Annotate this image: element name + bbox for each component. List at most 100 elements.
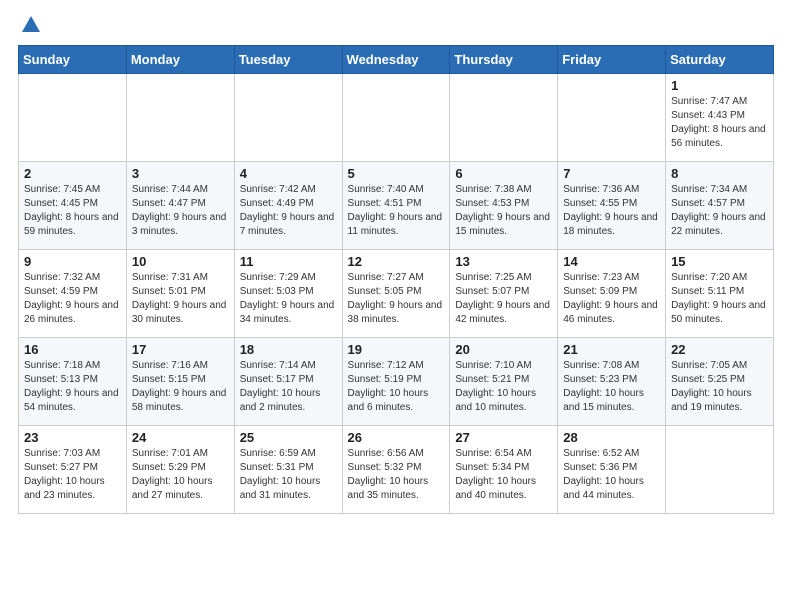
- day-number: 24: [132, 430, 229, 445]
- day-info: Sunrise: 7:16 AM Sunset: 5:15 PM Dayligh…: [132, 359, 229, 415]
- table-row: [666, 426, 774, 514]
- day-number: 14: [563, 254, 660, 269]
- day-number: 26: [348, 430, 445, 445]
- col-monday: Monday: [126, 46, 234, 74]
- table-row: 5 Sunrise: 7:40 AM Sunset: 4:51 PM Daylig…: [342, 162, 450, 250]
- day-info: Sunrise: 7:10 AM Sunset: 5:21 PM Dayligh…: [455, 359, 552, 415]
- col-thursday: Thursday: [450, 46, 558, 74]
- page: Sunday Monday Tuesday Wednesday Thursday…: [0, 0, 792, 524]
- day-info: Sunrise: 7:32 AM Sunset: 4:59 PM Dayligh…: [24, 271, 121, 327]
- day-number: 2: [24, 166, 121, 181]
- table-row: 27 Sunrise: 6:54 AM Sunset: 5:34 PM Dayli…: [450, 426, 558, 514]
- table-row: [450, 74, 558, 162]
- calendar-week-row: 23Sunrise: 7:03 AM Sunset: 5:27 PM Dayli…: [19, 426, 774, 514]
- table-row: 11Sunrise: 7:29 AM Sunset: 5:03 PM Dayli…: [234, 250, 342, 338]
- table-row: [558, 74, 666, 162]
- day-number: 4: [240, 166, 337, 181]
- day-info: Sunrise: 7:36 AM Sunset: 4:55 PM Dayligh…: [563, 183, 660, 239]
- day-info: Sunrise: 7:12 AM Sunset: 5:19 PM Dayligh…: [348, 359, 445, 415]
- day-info: Sunrise: 7:44 AM Sunset: 4:47 PM Dayligh…: [132, 183, 229, 239]
- day-info: Sunrise: 7:08 AM Sunset: 5:23 PM Dayligh…: [563, 359, 660, 415]
- day-info: Sunrise: 7:34 AM Sunset: 4:57 PM Dayligh…: [671, 183, 768, 239]
- day-info: Sunrise: 7:40 AM Sunset: 4:51 PM Dayligh…: [348, 183, 445, 239]
- day-number: 12: [348, 254, 445, 269]
- table-row: 8 Sunrise: 7:34 AM Sunset: 4:57 PM Daylig…: [666, 162, 774, 250]
- logo: [18, 18, 42, 37]
- table-row: 1 Sunrise: 7:47 AM Sunset: 4:43 PM Daylig…: [666, 74, 774, 162]
- calendar-table: Sunday Monday Tuesday Wednesday Thursday…: [18, 45, 774, 514]
- table-row: 4 Sunrise: 7:42 AM Sunset: 4:49 PM Daylig…: [234, 162, 342, 250]
- day-info: Sunrise: 6:59 AM Sunset: 5:31 PM Dayligh…: [240, 447, 337, 503]
- day-info: Sunrise: 7:42 AM Sunset: 4:49 PM Dayligh…: [240, 183, 337, 239]
- day-info: Sunrise: 7:20 AM Sunset: 5:11 PM Dayligh…: [671, 271, 768, 327]
- calendar-week-row: 2Sunrise: 7:45 AM Sunset: 4:45 PM Daylig…: [19, 162, 774, 250]
- table-row: 21 Sunrise: 7:08 AM Sunset: 5:23 PM Dayli…: [558, 338, 666, 426]
- day-info: Sunrise: 6:54 AM Sunset: 5:34 PM Dayligh…: [455, 447, 552, 503]
- day-number: 20: [455, 342, 552, 357]
- day-number: 27: [455, 430, 552, 445]
- table-row: 16 Sunrise: 7:18 AM Sunset: 5:13 PM Dayli…: [19, 338, 127, 426]
- table-row: [342, 74, 450, 162]
- day-number: 16: [24, 342, 121, 357]
- day-info: Sunrise: 6:52 AM Sunset: 5:36 PM Dayligh…: [563, 447, 660, 503]
- calendar-header-row: Sunday Monday Tuesday Wednesday Thursday…: [19, 46, 774, 74]
- table-row: 28 Sunrise: 6:52 AM Sunset: 5:36 PM Dayli…: [558, 426, 666, 514]
- day-number: 25: [240, 430, 337, 445]
- day-number: 11: [240, 254, 337, 269]
- calendar-week-row: 9 Sunrise: 7:32 AM Sunset: 4:59 PM Daylig…: [19, 250, 774, 338]
- table-row: 14 Sunrise: 7:23 AM Sunset: 5:09 PM Dayli…: [558, 250, 666, 338]
- day-info: Sunrise: 7:31 AM Sunset: 5:01 PM Dayligh…: [132, 271, 229, 327]
- day-info: Sunrise: 7:47 AM Sunset: 4:43 PM Dayligh…: [671, 95, 768, 151]
- table-row: 9 Sunrise: 7:32 AM Sunset: 4:59 PM Daylig…: [19, 250, 127, 338]
- table-row: 7 Sunrise: 7:36 AM Sunset: 4:55 PM Daylig…: [558, 162, 666, 250]
- table-row: 12 Sunrise: 7:27 AM Sunset: 5:05 PM Dayli…: [342, 250, 450, 338]
- table-row: 3 Sunrise: 7:44 AM Sunset: 4:47 PM Daylig…: [126, 162, 234, 250]
- table-row: 2Sunrise: 7:45 AM Sunset: 4:45 PM Daylig…: [19, 162, 127, 250]
- table-row: 10 Sunrise: 7:31 AM Sunset: 5:01 PM Dayli…: [126, 250, 234, 338]
- header: [18, 18, 774, 37]
- table-row: 18 Sunrise: 7:14 AM Sunset: 5:17 PM Dayli…: [234, 338, 342, 426]
- day-info: Sunrise: 7:14 AM Sunset: 5:17 PM Dayligh…: [240, 359, 337, 415]
- day-number: 6: [455, 166, 552, 181]
- day-number: 19: [348, 342, 445, 357]
- day-number: 18: [240, 342, 337, 357]
- col-friday: Friday: [558, 46, 666, 74]
- col-saturday: Saturday: [666, 46, 774, 74]
- day-number: 9: [24, 254, 121, 269]
- day-info: Sunrise: 7:27 AM Sunset: 5:05 PM Dayligh…: [348, 271, 445, 327]
- day-number: 5: [348, 166, 445, 181]
- day-info: Sunrise: 7:05 AM Sunset: 5:25 PM Dayligh…: [671, 359, 768, 415]
- day-number: 10: [132, 254, 229, 269]
- day-number: 21: [563, 342, 660, 357]
- day-info: Sunrise: 7:18 AM Sunset: 5:13 PM Dayligh…: [24, 359, 121, 415]
- table-row: [234, 74, 342, 162]
- table-row: 26 Sunrise: 6:56 AM Sunset: 5:32 PM Dayli…: [342, 426, 450, 514]
- day-number: 23: [24, 430, 121, 445]
- table-row: 22 Sunrise: 7:05 AM Sunset: 5:25 PM Dayli…: [666, 338, 774, 426]
- day-info: Sunrise: 6:56 AM Sunset: 5:32 PM Dayligh…: [348, 447, 445, 503]
- table-row: 25 Sunrise: 6:59 AM Sunset: 5:31 PM Dayli…: [234, 426, 342, 514]
- day-number: 13: [455, 254, 552, 269]
- table-row: 13 Sunrise: 7:25 AM Sunset: 5:07 PM Dayli…: [450, 250, 558, 338]
- table-row: 15 Sunrise: 7:20 AM Sunset: 5:11 PM Dayli…: [666, 250, 774, 338]
- day-info: Sunrise: 7:01 AM Sunset: 5:29 PM Dayligh…: [132, 447, 229, 503]
- col-sunday: Sunday: [19, 46, 127, 74]
- table-row: [126, 74, 234, 162]
- logo-triangle-icon: [20, 14, 42, 36]
- day-info: Sunrise: 7:23 AM Sunset: 5:09 PM Dayligh…: [563, 271, 660, 327]
- day-info: Sunrise: 7:38 AM Sunset: 4:53 PM Dayligh…: [455, 183, 552, 239]
- day-number: 8: [671, 166, 768, 181]
- table-row: 19 Sunrise: 7:12 AM Sunset: 5:19 PM Dayli…: [342, 338, 450, 426]
- table-row: 24 Sunrise: 7:01 AM Sunset: 5:29 PM Dayli…: [126, 426, 234, 514]
- table-row: 23Sunrise: 7:03 AM Sunset: 5:27 PM Dayli…: [19, 426, 127, 514]
- day-number: 7: [563, 166, 660, 181]
- day-number: 3: [132, 166, 229, 181]
- day-number: 1: [671, 78, 768, 93]
- day-number: 22: [671, 342, 768, 357]
- day-number: 17: [132, 342, 229, 357]
- day-number: 15: [671, 254, 768, 269]
- day-info: Sunrise: 7:25 AM Sunset: 5:07 PM Dayligh…: [455, 271, 552, 327]
- day-number: 28: [563, 430, 660, 445]
- table-row: 20 Sunrise: 7:10 AM Sunset: 5:21 PM Dayli…: [450, 338, 558, 426]
- calendar-week-row: 1 Sunrise: 7:47 AM Sunset: 4:43 PM Daylig…: [19, 74, 774, 162]
